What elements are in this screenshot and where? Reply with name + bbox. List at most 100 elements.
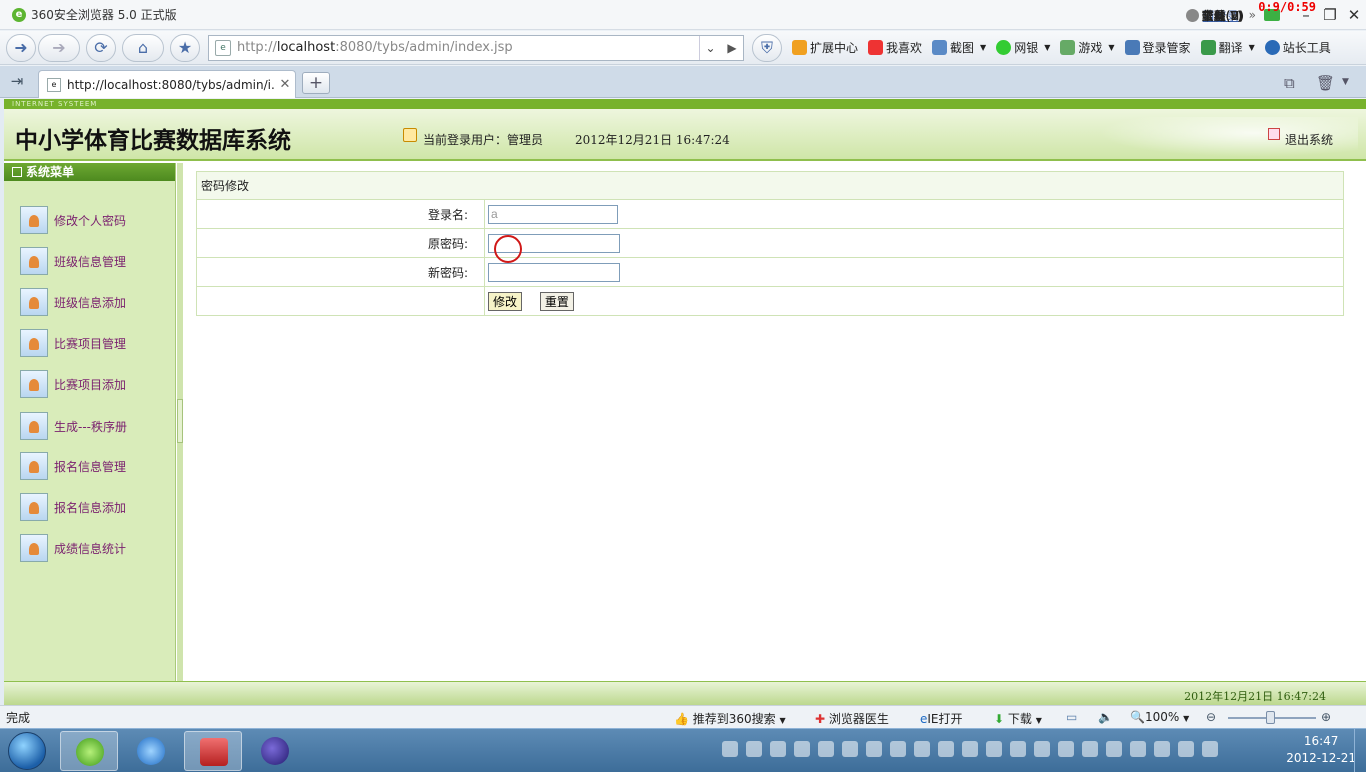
zoom-slider-knob[interactable]	[1266, 711, 1275, 724]
download[interactable]: ⬇ 下载 ▼	[994, 710, 1042, 727]
submit-button[interactable]: 修改	[488, 291, 523, 311]
sidebar-item-score-stats[interactable]: 成绩信息统计	[20, 533, 126, 563]
recommend-360-search[interactable]: 👍 推荐到360搜索 ▼	[674, 710, 786, 727]
favorite-button[interactable]: ★	[170, 33, 200, 62]
refresh-icon: ⟳	[94, 38, 108, 57]
restore-icon[interactable]: ❐	[1318, 6, 1342, 24]
tray-icon-6[interactable]	[842, 741, 858, 757]
chevron-down-icon[interactable]: ⌄	[699, 35, 721, 60]
go-icon[interactable]: ▶	[721, 41, 743, 55]
address-bar[interactable]: e http://localhost:8080/tybs/admin/index…	[208, 34, 744, 61]
sidebar-item-class-add[interactable]: 班级信息添加	[20, 287, 126, 317]
zoom-control[interactable]: 🔍100% ▼	[1130, 710, 1189, 724]
close-tab-icon[interactable]: ✕	[275, 77, 295, 92]
window-icon[interactable]: ▭	[1066, 710, 1077, 724]
toolbar-extensions[interactable]: 扩展中心	[792, 39, 858, 56]
logout-link[interactable]: 退出系统	[1285, 131, 1333, 148]
login-name-field[interactable]	[488, 204, 618, 224]
tray-icon-14[interactable]	[1034, 741, 1050, 757]
toolbar-games[interactable]: 游戏 ▼	[1060, 39, 1115, 56]
tray-icon-11[interactable]	[962, 741, 978, 757]
sidebar-item-generate-order[interactable]: 生成---秩序册	[20, 411, 127, 441]
refresh-button[interactable]: ⟳	[86, 33, 116, 62]
webmaster-icon	[1264, 40, 1280, 55]
tray-icon-3[interactable]	[770, 741, 786, 757]
address-url[interactable]: http://localhost:8080/tybs/admin/index.j…	[237, 40, 699, 55]
toolbar-banking[interactable]: 网银 ▼	[996, 39, 1050, 56]
tray-icon-5[interactable]	[818, 741, 834, 757]
security-button[interactable]: ⛨	[752, 33, 782, 62]
show-desktop-button[interactable]	[1354, 729, 1366, 772]
taskbar-360-browser[interactable]	[60, 731, 118, 771]
user-card-icon	[20, 493, 48, 521]
logout-icon[interactable]	[1268, 128, 1280, 140]
sidebar-item-signup-manage[interactable]: 报名信息管理	[20, 451, 126, 481]
ie-open[interactable]: eIE打开	[920, 710, 963, 727]
tray-icon-20[interactable]	[1178, 741, 1194, 757]
sidebar-splitter[interactable]	[177, 163, 183, 681]
user-card-icon	[20, 534, 48, 562]
close-icon[interactable]: ✕	[1342, 6, 1366, 24]
tray-icon-18[interactable]	[1130, 741, 1146, 757]
sidebar-item-event-manage[interactable]: 比赛项目管理	[20, 328, 126, 358]
browser-doctor[interactable]: ✚ 浏览器医生	[815, 710, 889, 727]
start-button-icon[interactable]	[8, 732, 46, 770]
tray-icon-12[interactable]	[986, 741, 1002, 757]
tray-icon-13[interactable]	[1010, 741, 1026, 757]
splitter-grip[interactable]	[177, 399, 183, 443]
sidebar-item-signup-add[interactable]: 报名信息添加	[20, 492, 126, 522]
tray-icon-16[interactable]	[1082, 741, 1098, 757]
back-button[interactable]: ➜	[6, 33, 36, 62]
form-caption: 密码修改	[196, 171, 1344, 200]
taskbar-ie[interactable]	[122, 731, 180, 771]
eclipse-icon	[261, 737, 289, 765]
tray-icon-2[interactable]	[746, 741, 762, 757]
sidebar-item-change-password[interactable]: 修改个人密码	[20, 205, 126, 235]
home-button[interactable]: ⌂	[122, 33, 164, 62]
sidebar-item-class-manage[interactable]: 班级信息管理	[20, 246, 126, 276]
new-tab-button[interactable]: +	[302, 72, 330, 94]
clock-date: 2012-12-21	[1286, 751, 1356, 765]
chevron-down-icon[interactable]: ▼	[1342, 77, 1349, 87]
new-password-label: 新密码:	[196, 257, 485, 287]
toolbar-like[interactable]: 我喜欢	[868, 39, 922, 56]
sidebar-item-event-add[interactable]: 比赛项目添加	[20, 369, 126, 399]
tab-list-icon[interactable]: ⧉	[1284, 74, 1295, 92]
taskbar-clock[interactable]: 16:47 2012-12-21	[1286, 733, 1356, 767]
navigation-bar: ➜ ➔ ⟳ ⌂ ★ e http://localhost:8080/tybs/a…	[0, 31, 1366, 65]
login-name-label: 登录名:	[196, 199, 485, 229]
tray-icon-8[interactable]	[890, 741, 906, 757]
toolbar-translate[interactable]: 翻译 ▼	[1200, 39, 1255, 56]
sidebar-toggle-icon[interactable]: ⇥	[6, 72, 28, 92]
toolbar-login-manager[interactable]: 登录管家	[1124, 39, 1191, 56]
tray-icon-7[interactable]	[866, 741, 882, 757]
zoom-out-icon[interactable]: ⊖	[1206, 710, 1216, 724]
menu-help[interactable]: 帮助(H)	[1202, 0, 1244, 30]
tab-active[interactable]: e http://localhost:8080/tybs/admin/i... …	[38, 70, 296, 98]
tray-icon-9[interactable]	[914, 741, 930, 757]
tray-icon-4[interactable]	[794, 741, 810, 757]
user-card-icon	[20, 412, 48, 440]
user-icon	[403, 128, 417, 142]
old-password-label: 原密码:	[196, 228, 485, 258]
forward-button[interactable]: ➔	[38, 33, 80, 62]
speaker-icon[interactable]: 🔈	[1098, 710, 1113, 724]
tray-icon-15[interactable]	[1058, 741, 1074, 757]
reset-button[interactable]: 重置	[539, 291, 574, 311]
tray-icon-19[interactable]	[1154, 741, 1170, 757]
tray-icon-10[interactable]	[938, 741, 954, 757]
toolbar-screenshot[interactable]: 截图 ▼	[932, 39, 986, 56]
tray-icon-1[interactable]	[722, 741, 738, 757]
new-password-field[interactable]	[488, 262, 620, 282]
tray-icon-21[interactable]	[1202, 741, 1218, 757]
toolbar-webmaster[interactable]: 站长工具	[1264, 39, 1331, 56]
header-datetime: 2012年12月21日 16:47:24	[575, 133, 730, 147]
system-tray	[722, 741, 1226, 757]
trash-icon[interactable]: 🗑	[1316, 74, 1335, 92]
ie-icon	[137, 737, 165, 765]
taskbar-toolbox[interactable]	[184, 731, 242, 771]
tray-icon-17[interactable]	[1106, 741, 1122, 757]
taskbar-eclipse[interactable]	[246, 731, 304, 771]
zoom-in-icon[interactable]: ⊕	[1321, 710, 1331, 724]
shield-icon: ⛨	[760, 37, 773, 57]
